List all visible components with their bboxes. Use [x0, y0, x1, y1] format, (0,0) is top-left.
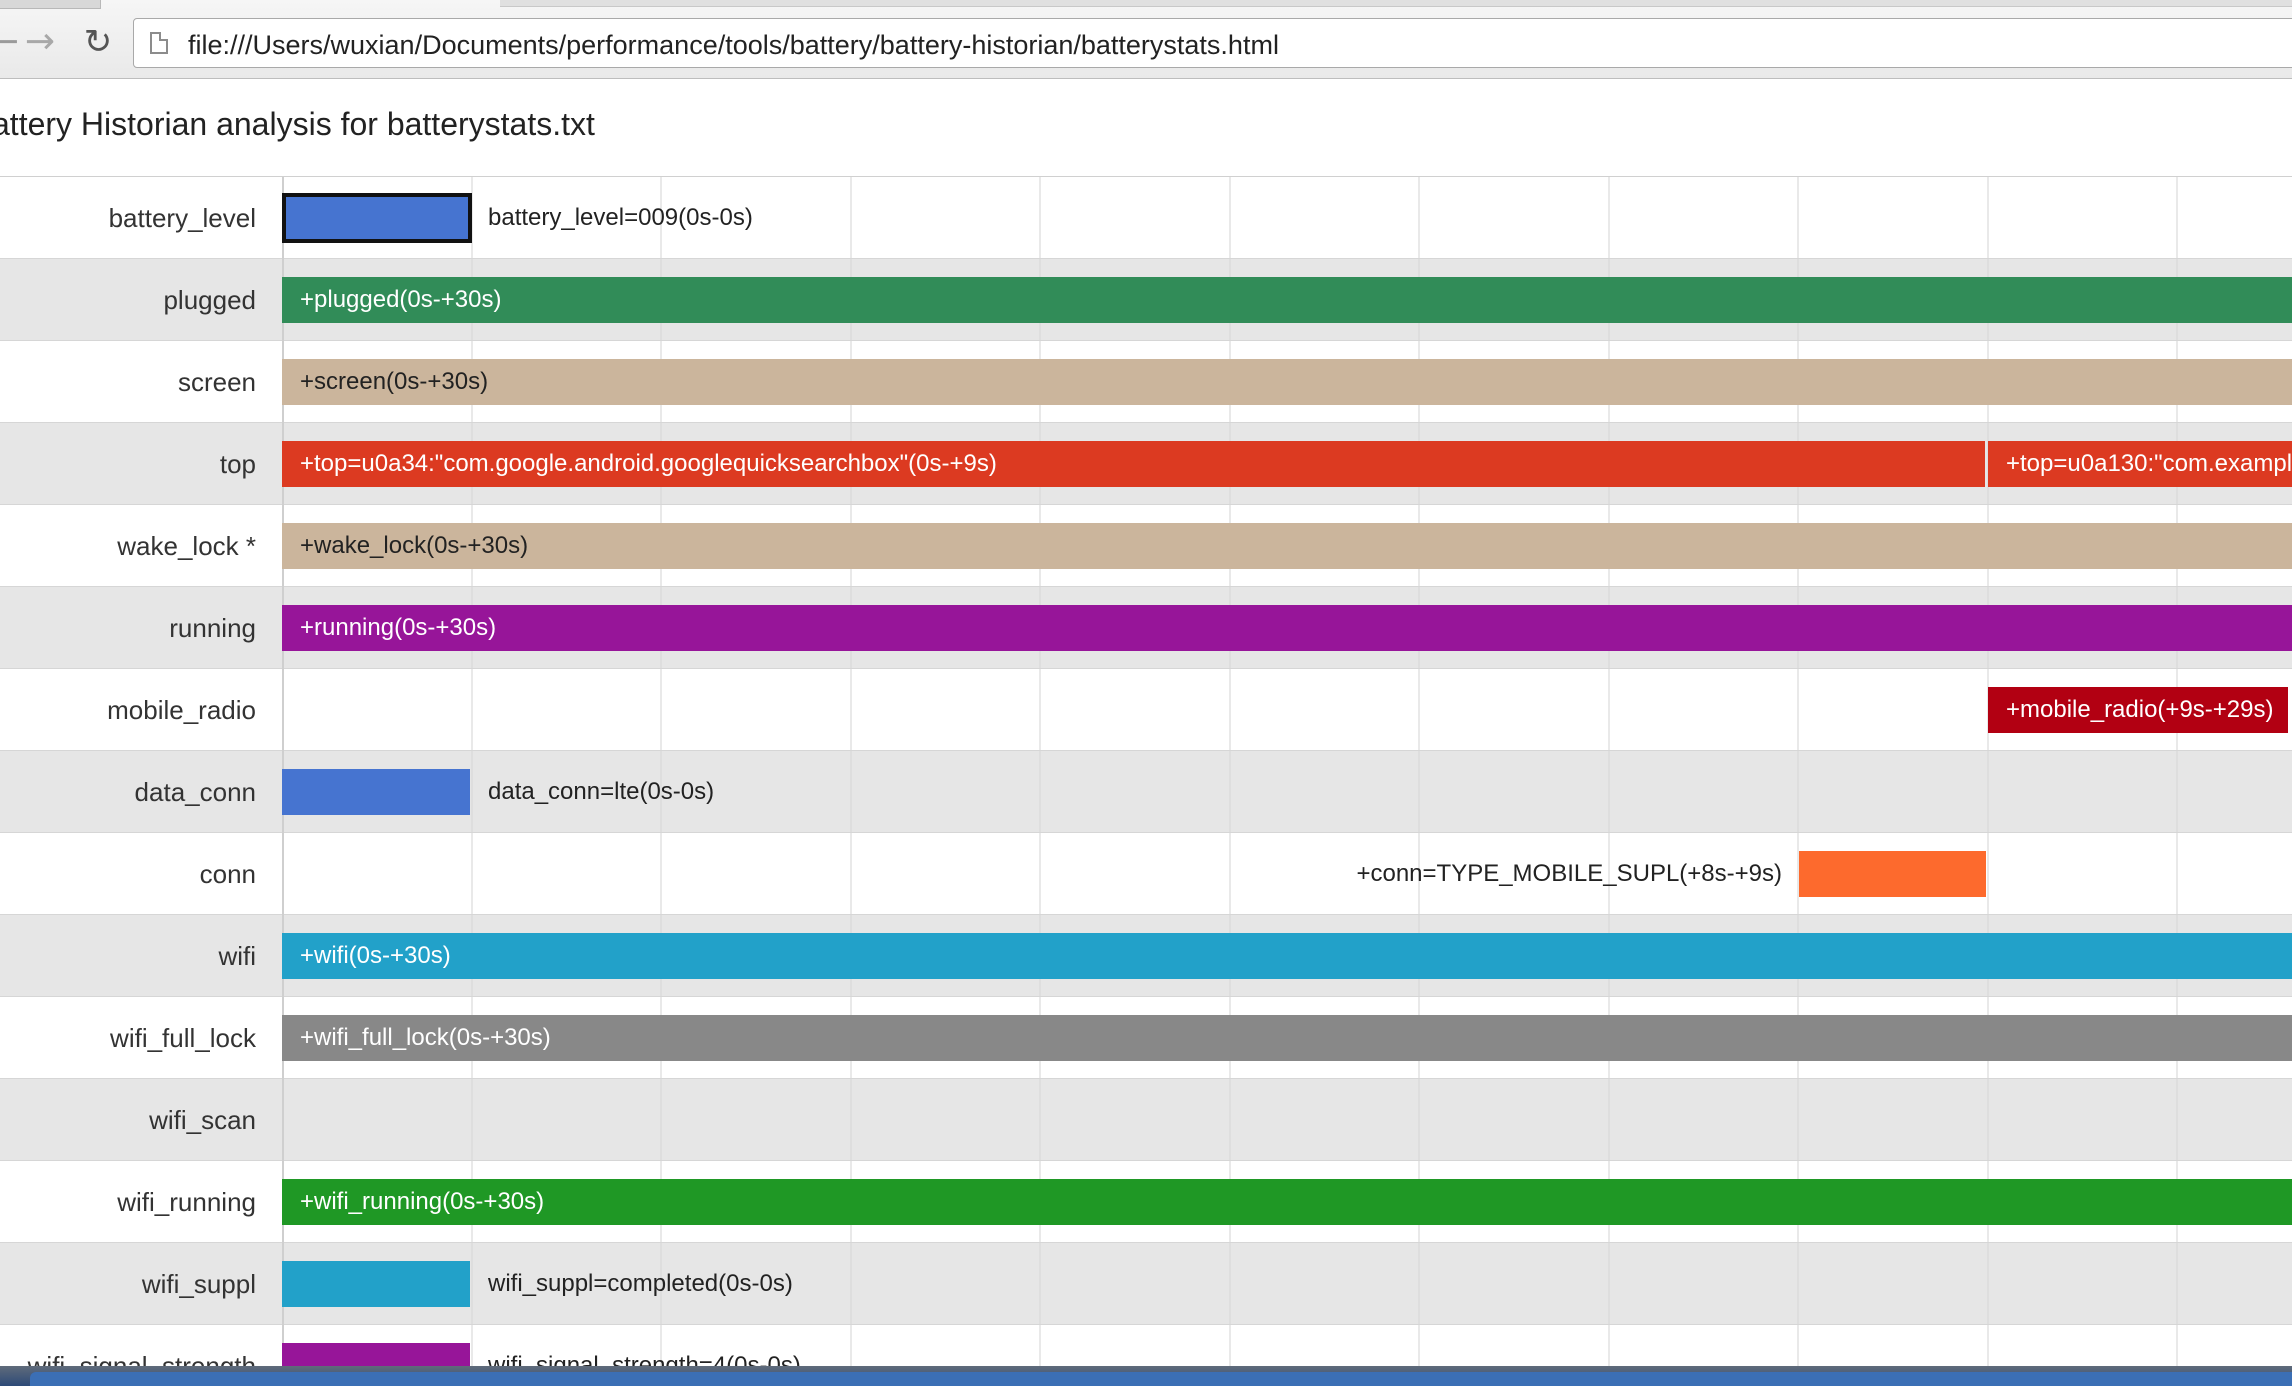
url-text[interactable]: file:///Users/wuxian/Documents/performan…: [188, 30, 1279, 61]
row-label: wifi_scan: [149, 1105, 256, 1135]
bar-caption: battery_level=009(0s-0s): [488, 204, 753, 231]
timeline-bar[interactable]: [282, 769, 470, 815]
row-label: data_conn: [134, 777, 256, 807]
reload-icon[interactable]: ↻: [78, 22, 118, 62]
timeline-bar[interactable]: [282, 193, 472, 243]
bar-caption: wifi_signal_strength=4(0s-0s): [488, 1352, 801, 1367]
row-label: battery_level: [108, 203, 256, 233]
timeline-bar[interactable]: +screen(0s-+30s): [282, 359, 2292, 405]
timeline-bar[interactable]: +running(0s-+30s): [282, 605, 2292, 651]
bar-caption: data_conn=lte(0s-0s): [488, 778, 715, 805]
tab-strip-background: [500, 0, 2292, 7]
battery-timeline: battery_levelplugged screen top wake_lock *…: [0, 176, 2292, 1367]
browser-window: ← → ↻ file:///Users/wuxian/Documents/per…: [0, 0, 2292, 1386]
row-label: conn: [199, 859, 256, 889]
row-label: wake_lock *: [117, 531, 256, 561]
row-label: plugged: [163, 285, 256, 315]
page-icon: [150, 32, 168, 54]
timeline-bar[interactable]: +plugged(0s-+30s): [282, 277, 2292, 323]
row-label: wifi: [218, 941, 256, 971]
row-label: screen: [177, 367, 256, 397]
timeline-bar[interactable]: [282, 1261, 470, 1307]
row-label: wifi_signal_strength: [27, 1351, 256, 1367]
timeline-row: wifi_scan: [0, 1079, 2292, 1161]
address-bar[interactable]: file:///Users/wuxian/Documents/performan…: [133, 18, 2292, 68]
timeline-bar[interactable]: +wifi_running(0s-+30s): [282, 1179, 2292, 1225]
row-label: top: [219, 449, 256, 479]
timeline-row: mobile_radio: [0, 669, 2292, 751]
timeline-bar[interactable]: [1799, 851, 1986, 897]
timeline-bar[interactable]: +top=u0a34:"com.google.android.googlequi…: [282, 441, 1985, 487]
row-label: wifi_running: [117, 1187, 256, 1217]
timeline-bar[interactable]: +mobile_radio(+9s-+29s): [1988, 687, 2288, 733]
tab-strip[interactable]: [0, 0, 101, 9]
bar-caption: wifi_suppl=completed(0s-0s): [488, 1270, 793, 1297]
timeline-bar[interactable]: +top=u0a130:"com.exampl: [1988, 441, 2292, 487]
page-title: attery Historian analysis for batterysta…: [0, 106, 595, 142]
bar-caption: +conn=TYPE_MOBILE_SUPL(+8s-+9s): [1356, 860, 1782, 887]
row-label: wifi_full_lock: [110, 1023, 256, 1053]
timeline-bar[interactable]: +wifi_full_lock(0s-+30s): [282, 1015, 2292, 1061]
timeline-bar[interactable]: +wifi(0s-+30s): [282, 933, 2292, 979]
forward-arrow-icon[interactable]: →: [20, 22, 60, 62]
os-dock: [0, 1366, 2292, 1386]
row-label: mobile_radio: [107, 695, 256, 725]
timeline-bar[interactable]: +wake_lock(0s-+30s): [282, 523, 2292, 569]
timeline-bar[interactable]: [282, 1343, 470, 1367]
row-label: wifi_suppl: [141, 1269, 256, 1299]
dock-shelf: [30, 1372, 2292, 1386]
browser-toolbar: ← → ↻ file:///Users/wuxian/Documents/per…: [0, 0, 2292, 79]
row-label: running: [169, 613, 256, 643]
